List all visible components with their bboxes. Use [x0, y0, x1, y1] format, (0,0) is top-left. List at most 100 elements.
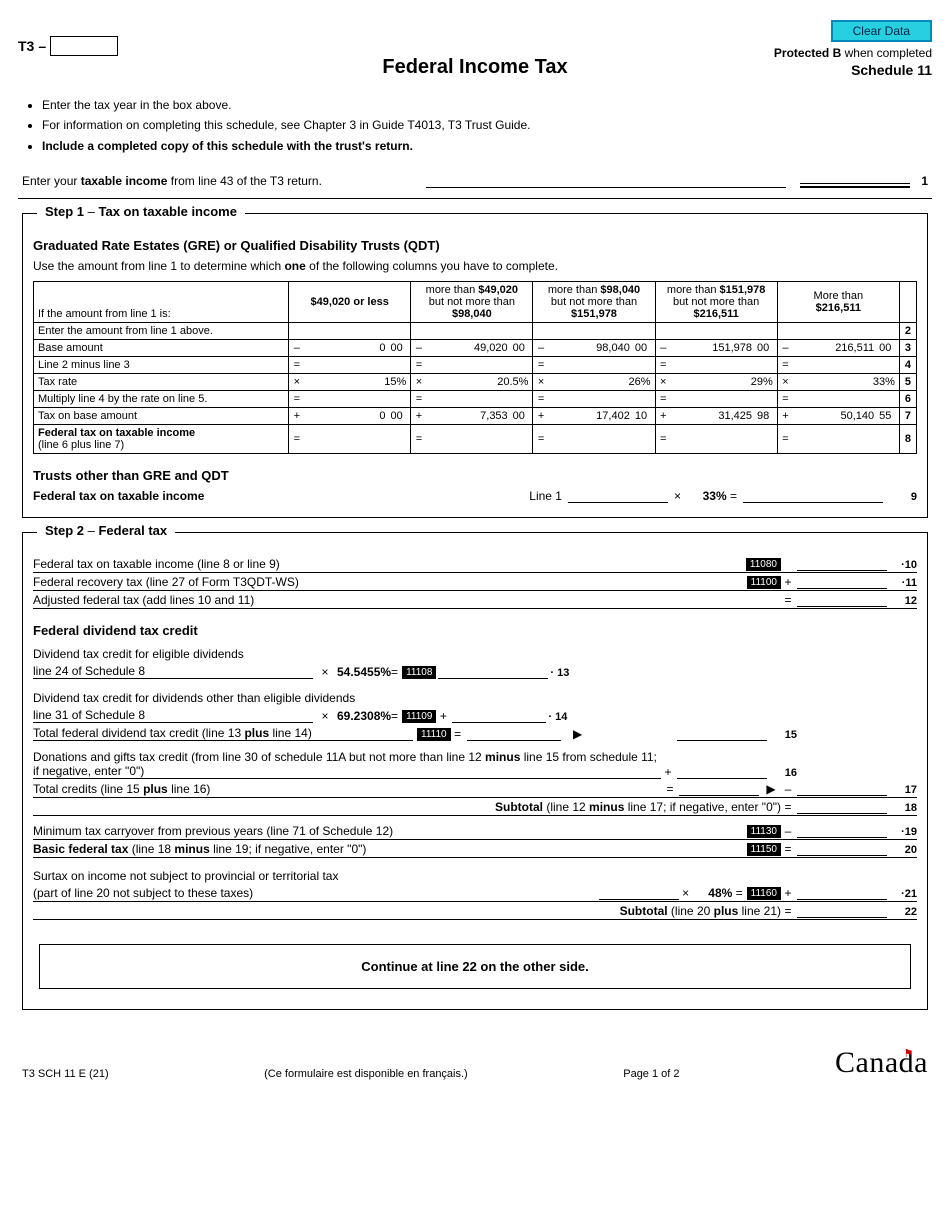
line-15-row: Total federal dividend tax credit (line … [33, 724, 917, 742]
line-number: ·10 [889, 559, 917, 571]
flag-icon: ⚑ [904, 1047, 914, 1060]
schedule-number: Schedule 11 [774, 62, 932, 78]
line-21-row-b: (part of line 20 not subject to these ta… [33, 884, 917, 902]
field-code: 11130 [747, 825, 781, 838]
clear-data-button[interactable]: Clear Data [831, 20, 932, 42]
line-10-row: Federal tax on taxable income (line 8 or… [33, 555, 917, 573]
gre-qdt-text: Use the amount from line 1 to determine … [33, 259, 917, 273]
protected-b-label: Protected B when completed [774, 46, 932, 60]
field-code: 11080 [746, 558, 781, 571]
line-number: 1 [910, 174, 928, 188]
continue-notice: Continue at line 22 on the other side. [39, 944, 911, 989]
times-icon: × [313, 709, 337, 723]
line-number: 18 [889, 802, 917, 814]
line-13-row-b: line 24 of Schedule 8 × 54.5455% = 11108… [33, 662, 917, 680]
times-icon: × [674, 489, 681, 503]
bracket-col-3: more than $98,040 but not more than $151… [533, 282, 655, 323]
brackets-row-2: Enter the amount from line 1 above. 2 [34, 323, 917, 340]
brackets-row-3: Base amount –000 –49,02000 –98,04000 –15… [34, 340, 917, 357]
line-18-input[interactable] [797, 800, 887, 814]
field-code: 11110 [417, 728, 451, 741]
line-number: · 14 [548, 711, 578, 723]
line-14-input[interactable] [452, 709, 546, 723]
times-icon: × [313, 665, 337, 679]
line-number: 22 [889, 906, 917, 918]
bracket-col-5: More than $216,511 [777, 282, 899, 323]
instruction-item: For information on completing this sched… [42, 115, 932, 135]
times-icon: × [679, 886, 693, 900]
line-17-row: Total credits (line 15 plus line 16) = ▶… [33, 780, 917, 798]
line-11-row: Federal recovery tax (line 27 of Form T3… [33, 573, 917, 591]
instruction-item: Include a completed copy of this schedul… [42, 136, 932, 156]
brackets-header-label: If the amount from line 1 is: [34, 282, 289, 323]
line-13-row-a: Dividend tax credit for eligible dividen… [33, 644, 917, 662]
line-21-input-b[interactable] [797, 886, 887, 900]
line-10-input[interactable] [797, 557, 887, 571]
line-17-input-b[interactable] [797, 782, 887, 796]
line-17-input-a[interactable] [679, 782, 759, 796]
t3-label: T3 [18, 38, 34, 54]
field-code: 11160 [747, 887, 781, 900]
gre-qdt-heading: Graduated Rate Estates (GRE) or Qualifie… [33, 238, 917, 253]
line-20-input[interactable] [797, 842, 887, 856]
line-9-result-input[interactable] [743, 489, 883, 503]
divider [18, 198, 932, 199]
tax-year-input[interactable] [50, 36, 118, 56]
line-1-input[interactable] [800, 170, 910, 188]
line-12-input[interactable] [797, 593, 887, 607]
line-1-underline [426, 187, 786, 188]
instructions-list: Enter the tax year in the box above. For… [42, 95, 932, 156]
line-20-row: Basic federal tax (line 18 minus line 19… [33, 840, 917, 858]
brackets-row-6: Multiply line 4 by the rate on line 5. =… [34, 391, 917, 408]
canada-wordmark-icon: Canada⚑ [835, 1046, 928, 1080]
bracket-col-4: more than $151,978 but not more than $21… [655, 282, 777, 323]
line-11-input[interactable] [797, 575, 887, 589]
line-18-row: Subtotal (line 12 minus line 17; if nega… [33, 798, 917, 816]
line-number: 15 [769, 729, 797, 741]
line-9-input-line1[interactable] [568, 489, 668, 503]
form-code-area: T3 – [18, 36, 118, 56]
line-9-line1-label: Line 1 [529, 489, 562, 503]
field-code: 11108 [402, 666, 436, 679]
line-number: ·21 [889, 888, 917, 900]
brackets-row-5: Tax rate ×15% ×20.5% ×26% ×29% ×33% 5 [34, 374, 917, 391]
line-21-row-a: Surtax on income not subject to provinci… [33, 866, 917, 884]
step-2-box: Step 2 – Federal tax Federal tax on taxa… [22, 532, 928, 1010]
line-15-input-a[interactable] [467, 727, 561, 741]
line-21-input-a[interactable] [599, 886, 679, 900]
bracket-col-2: more than $49,020 but not more than $98,… [411, 282, 533, 323]
arrow-right-icon: ▶ [563, 727, 593, 741]
line-22-input[interactable] [797, 904, 887, 918]
line-15-input-b[interactable] [677, 727, 767, 741]
line-19-input[interactable] [797, 824, 887, 838]
page-number: Page 1 of 2 [623, 1068, 679, 1080]
brackets-row-7: Tax on base amount +000 +7,35300 +17,402… [34, 408, 917, 425]
form-id: T3 SCH 11 E (21) [22, 1068, 109, 1080]
brackets-header-numcol [899, 282, 916, 323]
step-1-legend: Step 1 – Tax on taxable income [37, 204, 245, 219]
t3-dash: – [38, 38, 46, 54]
line-9-row: Federal tax on taxable income Line 1 × 3… [33, 489, 917, 503]
step-2-legend: Step 2 – Federal tax [37, 523, 175, 538]
line-number: 12 [889, 595, 917, 607]
line-13-input[interactable] [438, 665, 548, 679]
line-19-row: Minimum tax carryover from previous year… [33, 822, 917, 840]
field-code: 11100 [747, 576, 781, 589]
brackets-row-8: Federal tax on taxable income (line 6 pl… [34, 425, 917, 454]
line-number: 9 [889, 491, 917, 503]
page-footer: T3 SCH 11 E (21) (Ce formulaire est disp… [18, 1046, 932, 1080]
line-12-row: Adjusted federal tax (add lines 10 and 1… [33, 591, 917, 609]
step-1-box: Step 1 – Tax on taxable income Graduated… [22, 213, 928, 518]
header-right: Clear Data Protected B when completed Sc… [774, 20, 932, 78]
line-1-label: Enter your taxable income from line 43 o… [22, 174, 422, 188]
arrow-right-icon: ▶ [761, 782, 781, 796]
field-code: 11150 [747, 843, 781, 856]
line-number: 17 [889, 784, 917, 796]
line-number: · 13 [550, 667, 580, 679]
tax-brackets-table: If the amount from line 1 is: $49,020 or… [33, 281, 917, 454]
bracket-col-1: $49,020 or less [289, 282, 411, 323]
instruction-item: Enter the tax year in the box above. [42, 95, 932, 115]
line-16-input[interactable] [677, 765, 767, 779]
brackets-row-4: Line 2 minus line 3 = = = = = 4 [34, 357, 917, 374]
line-1-row: Enter your taxable income from line 43 o… [18, 170, 932, 188]
